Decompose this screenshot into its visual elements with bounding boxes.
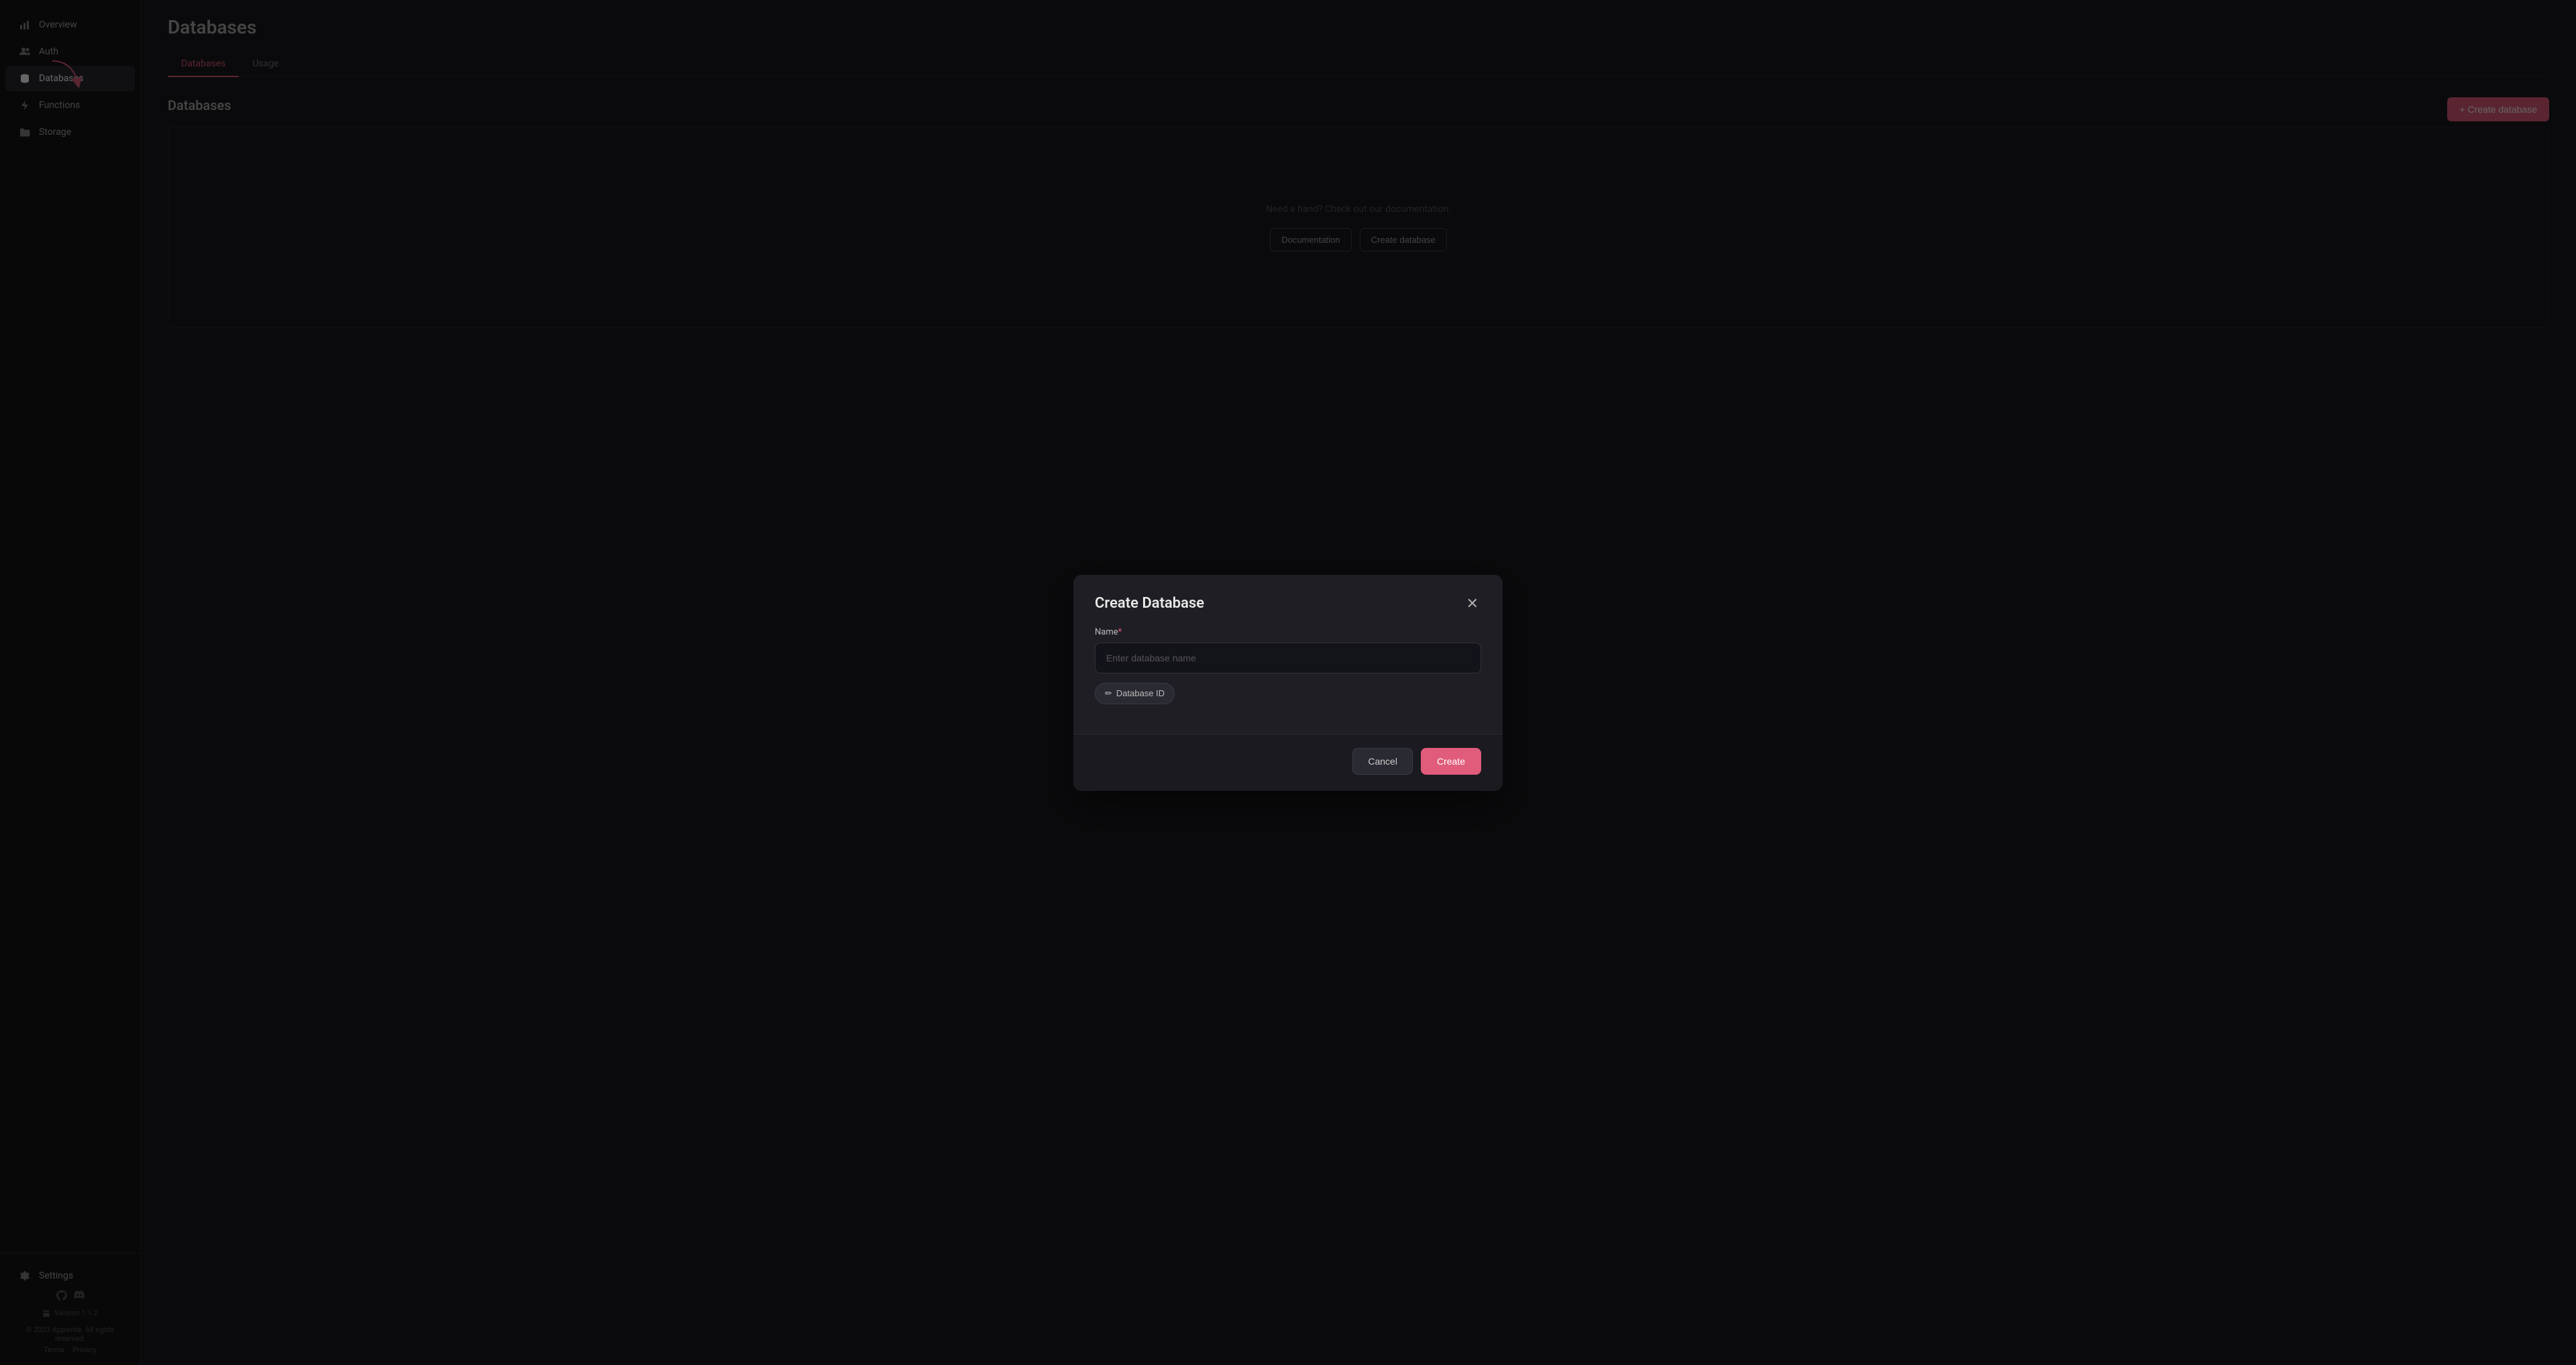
create-database-modal: Create Database ✕ Name* ✏ Database ID Ca… bbox=[1073, 575, 1503, 791]
database-name-input[interactable] bbox=[1095, 643, 1481, 673]
modal-header: Create Database ✕ bbox=[1073, 575, 1503, 627]
cancel-button[interactable]: Cancel bbox=[1352, 748, 1413, 775]
modal-close-button[interactable]: ✕ bbox=[1464, 594, 1481, 614]
modal-body: Name* ✏ Database ID bbox=[1073, 627, 1503, 720]
required-star: * bbox=[1118, 627, 1122, 637]
create-button[interactable]: Create bbox=[1421, 748, 1481, 775]
name-label: Name* bbox=[1095, 627, 1481, 637]
modal-title: Create Database bbox=[1095, 595, 1204, 612]
modal-footer: Cancel Create bbox=[1073, 734, 1503, 791]
modal-overlay[interactable]: Create Database ✕ Name* ✏ Database ID Ca… bbox=[0, 0, 2576, 1365]
database-id-button[interactable]: ✏ Database ID bbox=[1095, 683, 1175, 704]
pencil-icon: ✏ bbox=[1105, 688, 1112, 699]
